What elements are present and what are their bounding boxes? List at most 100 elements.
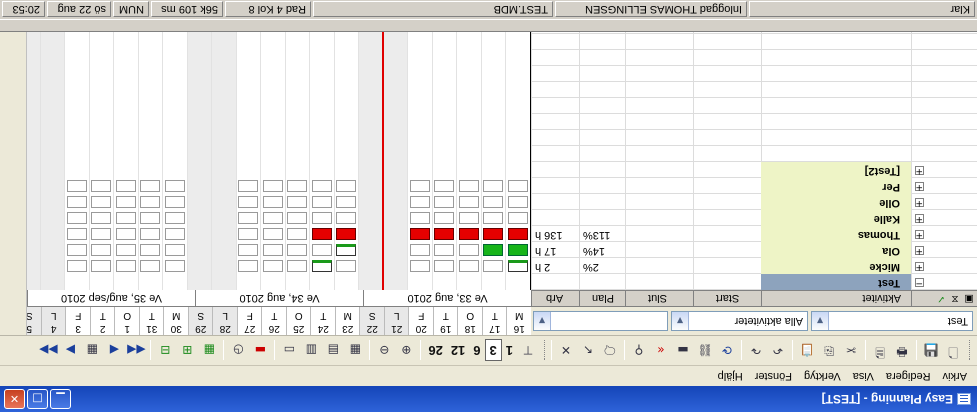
print-icon[interactable]: 🖶 [891,340,913,362]
expand-icon[interactable]: + [915,214,924,224]
undo-icon[interactable]: ↶ [767,340,789,362]
gantt-cell[interactable] [238,180,259,192]
gantt-cell[interactable] [116,228,136,240]
bar-icon[interactable]: ▬ [249,340,271,362]
chevron-down-icon[interactable]: ▼ [534,312,551,330]
gantt-cell[interactable] [67,244,87,256]
table-row[interactable]: + Kalle [531,210,977,226]
table-view-icon[interactable]: ▤ [322,340,344,362]
gantt-cell[interactable] [483,244,504,256]
gantt-cell[interactable] [165,228,185,240]
gantt-cell[interactable] [140,180,161,192]
gantt-cell[interactable] [508,196,528,208]
close-button[interactable]: ✕ [4,389,25,409]
zoom-out-icon[interactable]: ⊖ [373,340,395,362]
new-icon[interactable]: 🗋 [942,340,964,362]
forward-icon[interactable]: ▶▶ [37,340,59,362]
zoom-1-button[interactable]: 1 [502,340,517,362]
gantt-cell[interactable] [483,196,504,208]
gantt-cell[interactable] [312,196,332,208]
gantt-cell[interactable] [140,228,161,240]
horizontal-scrollbar[interactable] [0,20,977,32]
table-row[interactable]: + [Test2] [531,162,977,178]
gantt-cell[interactable] [434,212,455,224]
pointer-icon[interactable]: ↖ [577,340,599,362]
gantt-cell[interactable] [238,244,259,256]
gantt-cell[interactable] [91,260,112,272]
resource-filter-select[interactable]: Test ▼ [811,311,973,331]
refresh-icon[interactable]: ⟳ [716,340,738,362]
gantt-cell[interactable] [287,244,308,256]
gantt-cell[interactable] [263,212,283,224]
gantt-cell[interactable] [410,212,430,224]
zoom-12-button[interactable]: 12 [447,340,469,362]
expand-icon[interactable]: + [915,198,924,208]
menu-verktyg[interactable]: Verktyg [798,370,847,382]
double-chevron-left-icon[interactable]: « [650,340,672,362]
col-end[interactable]: Slut [625,290,693,306]
expand-icon[interactable]: + [915,230,924,240]
gantt-cell[interactable] [483,212,504,224]
clock-icon[interactable]: ◷ [227,340,249,362]
previous-icon[interactable]: ◀ [103,340,125,362]
gantt-cell[interactable] [336,228,357,240]
gantt-cell[interactable] [508,260,528,272]
gantt-cell[interactable] [312,228,332,240]
zoom-3-button[interactable]: 3 [484,339,502,362]
gantt-cell[interactable] [67,180,87,192]
columns-view-icon[interactable]: ▥ [300,340,322,362]
table-row[interactable]: + Thomas 113% 136 h [531,226,977,242]
gantt-cell[interactable] [410,260,430,272]
gantt-cell[interactable] [336,196,357,208]
gantt-cell[interactable] [165,212,185,224]
green-grid-icon[interactable]: ▦ [198,340,220,362]
menu-visa[interactable]: Visa [847,370,880,382]
gantt-cell[interactable] [238,212,259,224]
gantt-cell[interactable] [263,196,283,208]
gantt-cell[interactable] [165,244,185,256]
gantt-cell[interactable] [287,212,308,224]
gantt-cell[interactable] [116,196,136,208]
gantt-cell[interactable] [434,196,455,208]
gantt-cell[interactable] [287,260,308,272]
gantt-cell[interactable] [508,180,528,192]
gantt-cell[interactable] [91,180,112,192]
grid-view-icon[interactable]: ▦ [344,340,366,362]
toolbar-grip[interactable] [967,340,970,361]
gantt-cell[interactable] [165,180,185,192]
maximize-button[interactable]: □ [27,389,48,409]
print-preview-icon[interactable]: 🗎 [869,340,891,362]
gantt-cell[interactable] [483,180,504,192]
save-icon[interactable]: 💾 [920,340,942,362]
gantt-cell[interactable] [116,244,136,256]
gantt-cell[interactable] [287,196,308,208]
gantt-cell[interactable] [238,228,259,240]
chevron-down-icon[interactable]: ▼ [812,312,829,330]
cut-icon[interactable]: ✂ [840,340,862,362]
zoom-in-icon[interactable]: ⊕ [395,340,417,362]
table-row[interactable]: + Olle [531,194,977,210]
binoculars-icon[interactable]: ⚲ [628,340,650,362]
comment-icon[interactable]: 🗨 [599,340,621,362]
gantt-cell[interactable] [459,244,479,256]
chevron-down-icon[interactable]: ▼ [672,312,689,330]
gantt-cell[interactable] [165,260,185,272]
table-row[interactable]: − Test [531,274,977,290]
gantt-cell[interactable] [336,244,357,256]
gantt-cell[interactable] [263,228,283,240]
gantt-cell[interactable] [312,260,332,272]
gantt-cell[interactable] [263,244,283,256]
toolbar-grip[interactable] [542,340,545,361]
gantt-cell[interactable] [434,260,455,272]
remove-row-icon[interactable]: ⊟ [154,340,176,362]
gantt-cell[interactable] [263,180,283,192]
gantt-cell[interactable] [91,196,112,208]
gantt-cell[interactable] [410,228,430,240]
gantt-cell[interactable] [67,196,87,208]
expand-icon[interactable]: + [915,166,924,176]
gantt-cell[interactable] [434,228,455,240]
collapse-icon[interactable]: − [915,278,924,288]
gantt-cell[interactable] [336,212,357,224]
col-activity[interactable]: Aktivitet [761,290,911,306]
gantt-cell[interactable] [91,212,112,224]
